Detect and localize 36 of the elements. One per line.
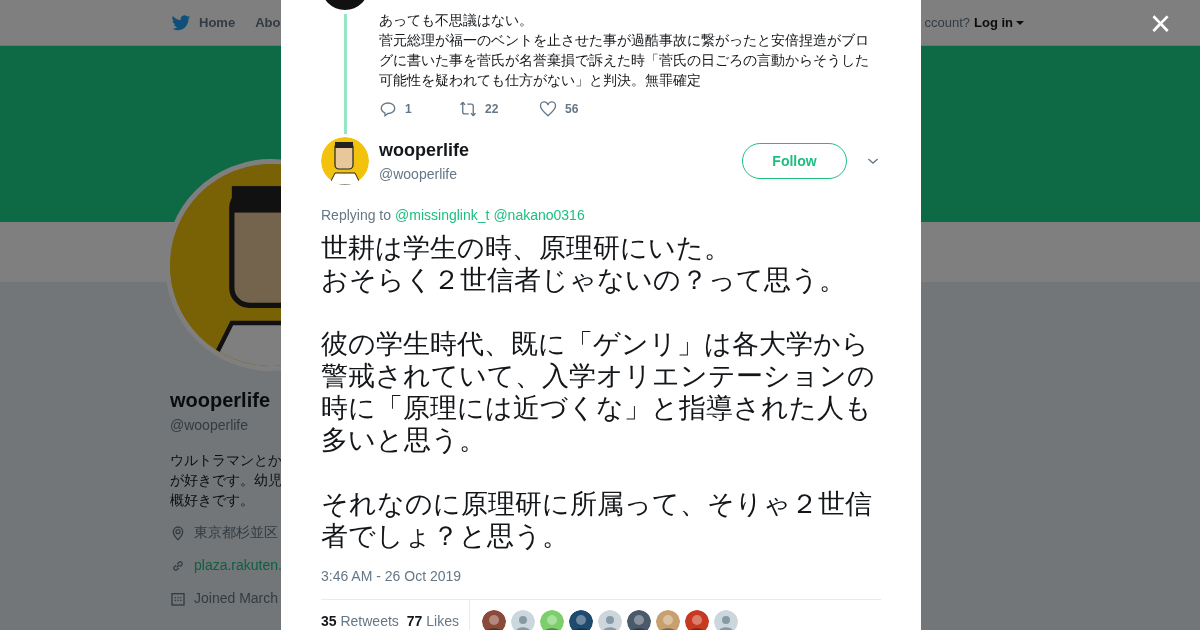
caret-icon	[1016, 20, 1024, 25]
profile-joined: Joined March	[194, 589, 279, 608]
default-avatar-icon[interactable]	[511, 609, 535, 630]
login-link[interactable]: Log in	[974, 12, 1024, 33]
profile-location: 東京都杉並区	[194, 523, 278, 542]
timestamp: 3:46 AM - 26 Oct 2019	[321, 567, 463, 586]
stat-link[interactable]: 77 Likes	[406, 611, 459, 630]
close-button[interactable]: ×	[1150, 6, 1172, 42]
nav-link[interactable]: Home	[171, 12, 236, 33]
author-handle: @wooperlife	[379, 165, 459, 184]
profile-name: wooperlife	[170, 388, 270, 413]
reply-button[interactable]: 1	[379, 100, 459, 118]
tweet-text: あっても不思議はない。 菅元総理が福一のベントを止させた事が過酷事故に繋がったと安倍捏造がブロ グに書いた事を菅氏が名誉棄損で訴えた時「菅氏の日ごろの言動からそうした 可能性を疑われても仕方がない」と判決。無罪確定	[379, 11, 869, 90]
bird-icon	[171, 12, 191, 33]
profile-handle: @wooperlife	[170, 416, 249, 435]
tweet-paragraph: それなのに原理研に所属って、そりゃ２世信 者でしょ？と思う。	[321, 488, 872, 552]
profile-bio: ウルトラマンとか が好きです。幼児 概好きです。	[170, 451, 282, 510]
account-prompt: ccount?	[924, 13, 970, 32]
nav-link[interactable]: Abo	[255, 12, 281, 33]
tweet-paragraph: 世耕は学生の時、原理研にいた。 おそらく２世信者じゃないの？って思う。	[321, 232, 846, 296]
default-avatar-icon[interactable]	[714, 609, 738, 630]
retweet-icon	[459, 100, 477, 118]
mention-link[interactable]: @nakano0316	[493, 205, 585, 226]
calendar-icon	[170, 590, 186, 607]
tweet-paragraph: 彼の学生時代、既に「ゲンリ」は各大学から 警戒されていて、入学オリエンテーションの 時に「原理には近づくな」と指導された人も 多いと思う。	[321, 328, 875, 456]
default-avatar-icon[interactable]	[598, 609, 622, 630]
reply-icon	[379, 100, 397, 118]
follow-button[interactable]: Follow	[742, 143, 847, 179]
author-name: wooperlife	[379, 139, 469, 162]
replying-label: Replying to	[321, 206, 392, 225]
stat-link[interactable]: 35 Retweets	[321, 611, 399, 630]
like-icon	[539, 100, 557, 118]
retweet-button[interactable]: 22	[459, 100, 539, 118]
like-button[interactable]: 56	[539, 100, 619, 118]
location-icon	[170, 524, 186, 541]
mention-link[interactable]: @missinglink_t	[395, 205, 490, 226]
